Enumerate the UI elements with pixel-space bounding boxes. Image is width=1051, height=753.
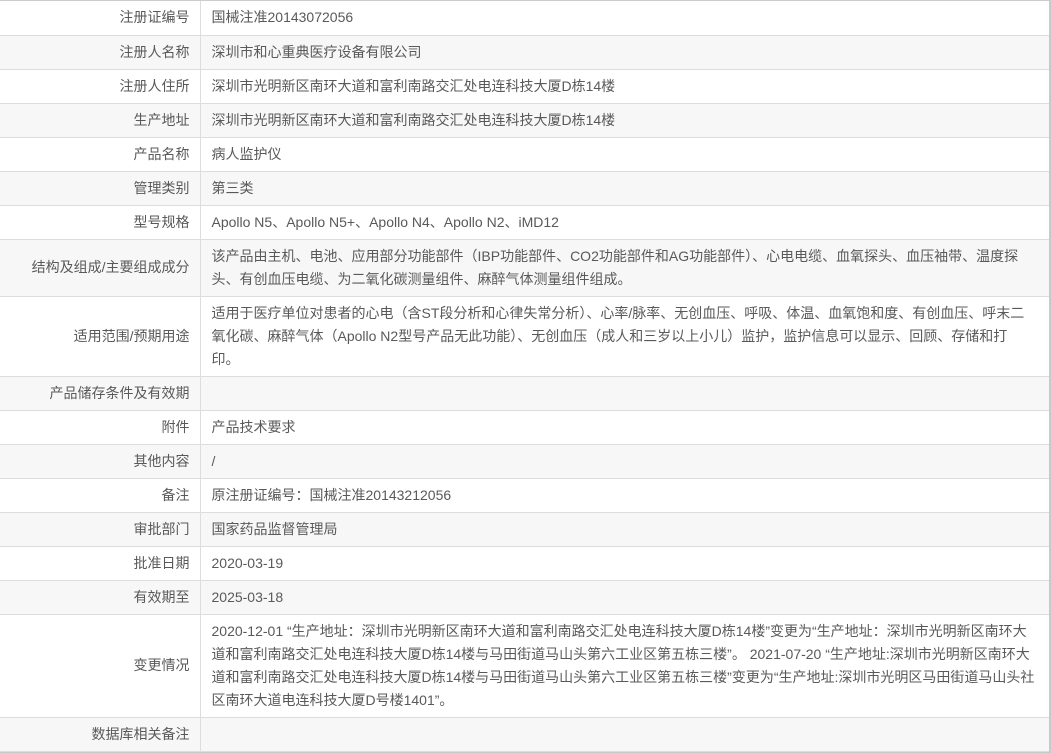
row-value: 2025-03-18	[200, 580, 1049, 615]
row-label: 其他内容	[0, 444, 201, 479]
table-row: 注册人住所 深圳市光明新区南环大道和富利南路交汇处电连科技大厦D栋14楼	[0, 69, 1049, 104]
row-label: 产品储存条件及有效期	[0, 376, 201, 411]
row-value: 深圳市光明新区南环大道和富利南路交汇处电连科技大厦D栋14楼	[200, 103, 1049, 138]
table-row: 有效期至 2025-03-18	[0, 580, 1049, 615]
row-value: 病人监护仪	[200, 137, 1049, 172]
row-label: 型号规格	[0, 205, 201, 240]
row-label: 附件	[0, 410, 201, 445]
row-label: 批准日期	[0, 546, 201, 581]
row-value: 国械注准20143072056	[200, 1, 1049, 36]
row-label: 有效期至	[0, 580, 201, 615]
row-label: 备注	[0, 478, 201, 513]
row-value: 适用于医疗单位对患者的心电（含ST段分析和心律失常分析）、心率/脉率、无创血压、…	[200, 296, 1049, 377]
row-value: /	[200, 444, 1049, 479]
registration-info-table-body: 注册证编号 国械注准20143072056 注册人名称 深圳市和心重典医疗设备有…	[0, 1, 1049, 752]
registration-info-table: 注册证编号 国械注准20143072056 注册人名称 深圳市和心重典医疗设备有…	[0, 1, 1049, 752]
table-row: 备注 原注册证编号：国械注准20143212056	[0, 478, 1049, 513]
table-row: 注册人名称 深圳市和心重典医疗设备有限公司	[0, 35, 1049, 70]
row-value: 第三类	[200, 171, 1049, 206]
row-label: 审批部门	[0, 512, 201, 547]
table-row: 型号规格 Apollo N5、Apollo N5+、Apollo N4、Apol…	[0, 205, 1049, 240]
table-row: 结构及组成/主要组成成分 该产品由主机、电池、应用部分功能部件（IBP功能部件、…	[0, 239, 1049, 297]
table-row: 附件 产品技术要求	[0, 410, 1049, 445]
table-row: 产品名称 病人监护仪	[0, 137, 1049, 172]
table-row: 产品储存条件及有效期	[0, 376, 1049, 411]
table-row: 变更情况 2020-12-01 “生产地址：深圳市光明新区南环大道和富利南路交汇…	[0, 614, 1049, 718]
row-label: 注册人名称	[0, 35, 201, 70]
row-value	[200, 717, 1049, 752]
row-value: 深圳市光明新区南环大道和富利南路交汇处电连科技大厦D栋14楼	[200, 69, 1049, 104]
row-label: 数据库相关备注	[0, 717, 201, 752]
table-row: 审批部门 国家药品监督管理局	[0, 512, 1049, 547]
row-value: 国家药品监督管理局	[200, 512, 1049, 547]
row-label: 产品名称	[0, 137, 201, 172]
table-row: 管理类别 第三类	[0, 171, 1049, 206]
row-label: 适用范围/预期用途	[0, 296, 201, 377]
row-value: 该产品由主机、电池、应用部分功能部件（IBP功能部件、CO2功能部件和AG功能部…	[200, 239, 1049, 297]
row-label: 结构及组成/主要组成成分	[0, 239, 201, 297]
row-label: 注册证编号	[0, 1, 201, 36]
row-label: 注册人住所	[0, 69, 201, 104]
row-label: 生产地址	[0, 103, 201, 138]
row-value: 2020-03-19	[200, 546, 1049, 581]
row-value: 2020-12-01 “生产地址：深圳市光明新区南环大道和富利南路交汇处电连科技…	[200, 614, 1049, 718]
table-row: 数据库相关备注	[0, 717, 1049, 752]
row-value: Apollo N5、Apollo N5+、Apollo N4、Apollo N2…	[200, 205, 1049, 240]
row-label: 变更情况	[0, 614, 201, 718]
registration-detail-page: 注册证编号 国械注准20143072056 注册人名称 深圳市和心重典医疗设备有…	[0, 0, 1051, 753]
row-value	[200, 376, 1049, 411]
row-label: 管理类别	[0, 171, 201, 206]
row-value: 产品技术要求	[200, 410, 1049, 445]
table-row: 批准日期 2020-03-19	[0, 546, 1049, 581]
table-row: 其他内容 /	[0, 444, 1049, 479]
row-value: 原注册证编号：国械注准20143212056	[200, 478, 1049, 513]
registration-info-table-wrap: 注册证编号 国械注准20143072056 注册人名称 深圳市和心重典医疗设备有…	[0, 0, 1051, 752]
table-row: 适用范围/预期用途 适用于医疗单位对患者的心电（含ST段分析和心律失常分析）、心…	[0, 296, 1049, 377]
row-value: 深圳市和心重典医疗设备有限公司	[200, 35, 1049, 70]
table-row: 注册证编号 国械注准20143072056	[0, 1, 1049, 36]
table-row: 生产地址 深圳市光明新区南环大道和富利南路交汇处电连科技大厦D栋14楼	[0, 103, 1049, 138]
